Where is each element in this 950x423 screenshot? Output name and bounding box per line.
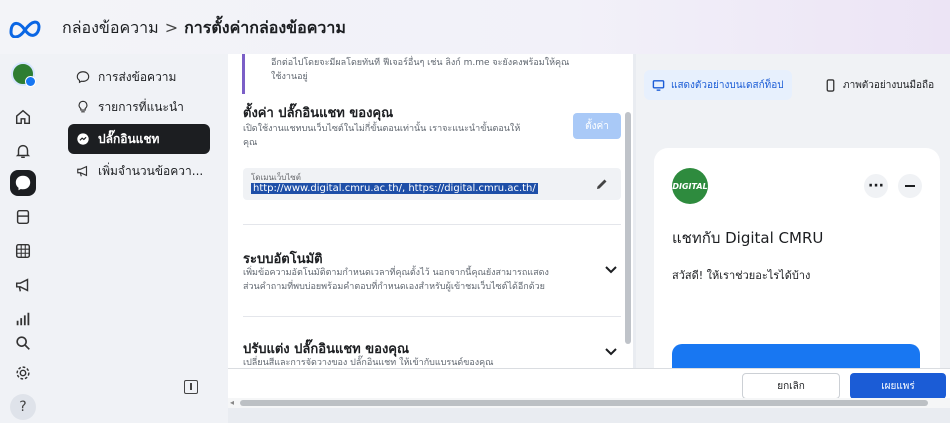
left-rail: ? bbox=[0, 54, 46, 423]
pages-icon[interactable] bbox=[10, 204, 36, 230]
tab-mobile-preview[interactable]: ภาพตัวอย่างบนมือถือ bbox=[816, 70, 942, 100]
nav-item-label: การส่งข้อความ bbox=[98, 69, 177, 84]
chat-bubble-icon bbox=[76, 71, 90, 84]
messenger-icon bbox=[77, 133, 89, 145]
meta-logo-icon[interactable] bbox=[8, 18, 42, 38]
breadcrumb-parent[interactable]: กล่องข้อความ bbox=[62, 18, 159, 37]
description-line: ส่วนคำถามที่พบบ่อยพร้อมคำตอบที่กำหนดเองส… bbox=[243, 282, 545, 292]
search-icon[interactable] bbox=[10, 330, 36, 356]
nav-item-recommendations[interactable]: รายการที่แนะนำ bbox=[68, 92, 210, 122]
settings-subnav: การส่งข้อความ รายการที่แนะนำ ปลั๊กอินแชท… bbox=[46, 54, 228, 423]
scroll-left-icon[interactable]: ◂ bbox=[230, 398, 234, 407]
chevron-down-icon[interactable] bbox=[604, 344, 618, 358]
insights-icon[interactable] bbox=[10, 306, 36, 332]
plugin-setup-description: เปิดใช้งานแชทบนเว็บไซต์ในไม่กี่ขั้นตอนเท… bbox=[243, 122, 563, 150]
inbox-icon[interactable] bbox=[10, 170, 36, 196]
lightbulb-icon bbox=[78, 100, 88, 113]
desktop-icon bbox=[652, 79, 665, 91]
info-note-text: อีกต่อไปโดยจะมีผลโดยทันที ฟีเจอร์อื่นๆ เ… bbox=[271, 58, 570, 68]
more-icon[interactable]: ··· bbox=[864, 174, 888, 198]
chevron-down-icon[interactable] bbox=[604, 262, 618, 276]
megaphone-icon bbox=[77, 165, 88, 177]
action-footer: ยกเลิก เผยแพร่ bbox=[228, 368, 950, 399]
domain-field-value[interactable]: http://www.digital.cmru.ac.th/, https://… bbox=[251, 183, 538, 194]
gear-icon[interactable] bbox=[10, 360, 36, 386]
website-domain-field[interactable]: โดเมนเว็บไซต์ http://www.digital.cmru.ac… bbox=[243, 168, 621, 200]
divider bbox=[243, 224, 621, 225]
nav-item-label: ปลั๊กอินแชท bbox=[98, 131, 160, 146]
minimize-icon[interactable] bbox=[898, 174, 922, 198]
automation-description: เพิ่มข้อความอัตโนมัติตามกำหนดเวลาที่คุณต… bbox=[243, 266, 599, 294]
tab-desktop-preview[interactable]: แสดงตัวอย่างบนเดสก์ท็อป bbox=[644, 70, 792, 100]
settings-panel: อีกต่อไปโดยจะมีผลโดยทันที ฟีเจอร์อื่นๆ เ… bbox=[228, 54, 633, 368]
nav-item-messaging[interactable]: การส่งข้อความ bbox=[68, 62, 210, 92]
scrollbar-thumb[interactable] bbox=[240, 400, 928, 406]
info-note: อีกต่อไปโดยจะมีผลโดยทันที ฟีเจอร์อื่นๆ เ… bbox=[242, 54, 622, 94]
plugin-setup-title: ตั้งค่า ปลั๊กอินแชท ของคุณ bbox=[243, 106, 394, 121]
nav-item-label: เพิ่มจำนวนข้อควา... bbox=[98, 163, 204, 178]
description-line: เปิดใช้งานแชทบนเว็บไซต์ในไม่กี่ขั้นตอนเท… bbox=[243, 124, 521, 134]
vertical-scrollbar[interactable] bbox=[625, 112, 631, 344]
description-line: คุณ bbox=[243, 138, 258, 148]
nav-item-chat-plugin[interactable]: ปลั๊กอินแชท bbox=[68, 124, 210, 154]
collapse-panel-icon[interactable] bbox=[184, 380, 198, 394]
nav-item-label: รายการที่แนะนำ bbox=[98, 99, 184, 114]
home-icon[interactable] bbox=[10, 104, 36, 130]
info-note-text: ใช้งานอยู่ bbox=[271, 72, 308, 82]
customize-plugin-description: เปลี่ยนสีและการจัดวางของ ปลั๊กอินแชท ให้… bbox=[243, 358, 494, 368]
preview-panel: แสดงตัวอย่างบนเดสก์ท็อป ภาพตัวอย่างบนมือ… bbox=[636, 54, 950, 388]
page-title: การตั้งค่ากล่องข้อความ bbox=[184, 18, 346, 37]
chat-preview-card: DIGITAL ··· แชทกับ Digital CMRU สวัสดี! … bbox=[654, 148, 940, 388]
setup-button[interactable]: ตั้งค่า bbox=[573, 113, 621, 139]
grid-icon[interactable] bbox=[10, 238, 36, 264]
breadcrumb: กล่องข้อความ > การตั้งค่ากล่องข้อความ bbox=[62, 16, 346, 41]
cancel-button[interactable]: ยกเลิก bbox=[742, 373, 840, 399]
help-icon[interactable]: ? bbox=[10, 394, 36, 420]
tab-label: ภาพตัวอย่างบนมือถือ bbox=[843, 79, 935, 91]
chat-title: แชทกับ Digital CMRU bbox=[672, 229, 824, 247]
tab-label: แสดงตัวอย่างบนเดสก์ท็อป bbox=[671, 79, 784, 91]
pencil-icon[interactable] bbox=[595, 177, 609, 191]
megaphone-icon[interactable] bbox=[10, 272, 36, 298]
top-bar: กล่องข้อความ > การตั้งค่ากล่องข้อความ bbox=[0, 0, 950, 54]
publish-button[interactable]: เผยแพร่ bbox=[850, 373, 946, 399]
description-line: เพิ่มข้อความอัตโนมัติตามกำหนดเวลาที่คุณต… bbox=[243, 268, 549, 278]
nav-item-boost-messages[interactable]: เพิ่มจำนวนข้อควา... bbox=[68, 156, 210, 186]
chat-avatar: DIGITAL bbox=[672, 168, 708, 204]
horizontal-scrollbar[interactable]: ◂ bbox=[228, 398, 950, 408]
bell-icon[interactable] bbox=[10, 138, 36, 164]
greeting-message: สวัสดี! ให้เราช่วยอะไรได้บ้าง bbox=[672, 269, 811, 282]
breadcrumb-separator: > bbox=[164, 18, 179, 37]
badge-icon bbox=[25, 76, 36, 87]
divider bbox=[243, 316, 621, 317]
mobile-icon bbox=[826, 78, 835, 92]
page-avatar[interactable] bbox=[11, 62, 36, 87]
